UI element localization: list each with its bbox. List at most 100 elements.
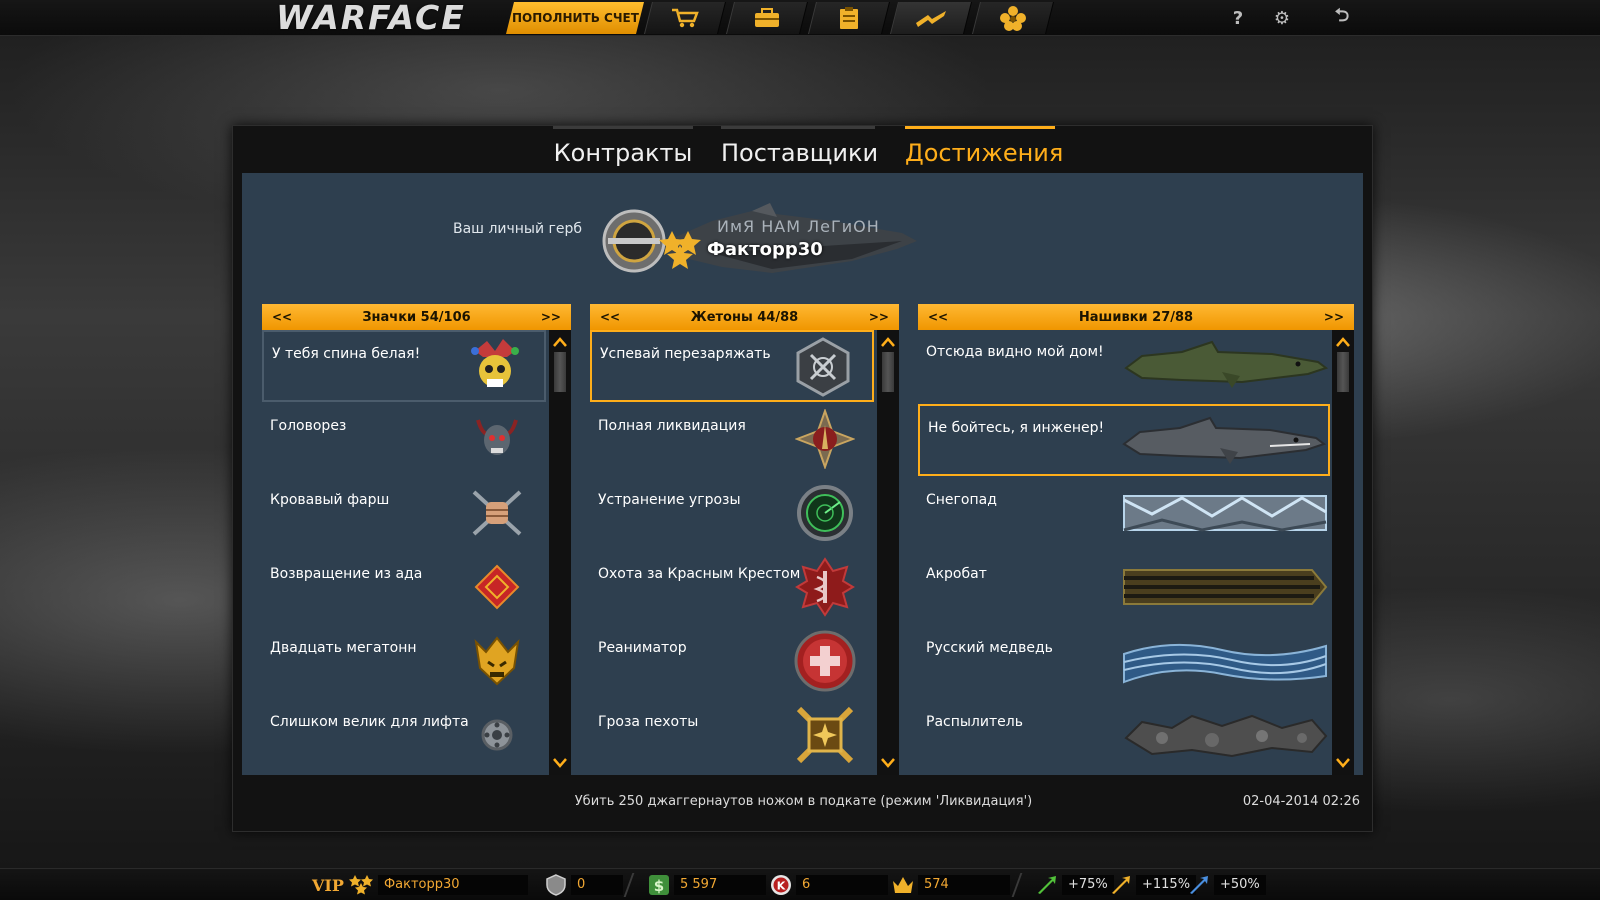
list-item[interactable]: Охота за Красным Крестом (590, 552, 874, 624)
item-label: Кровавый фарш (270, 492, 390, 508)
list-item[interactable]: Не бойтесь, я инженер! (918, 404, 1330, 476)
scroll-thumb[interactable] (882, 352, 894, 392)
crowns-stat: 574 (892, 874, 1010, 896)
money-boost-stat: +115% (1110, 874, 1197, 896)
list-item[interactable]: У тебя спина белая! (262, 330, 546, 402)
scroll-up-icon[interactable] (549, 332, 571, 352)
item-label: Распылитель (926, 714, 1023, 730)
achievements-content: Ваш личный герб ИмЯ НАМ ЛеГиОН Факторр30… (242, 173, 1363, 775)
item-label: Успевай перезаряжать (600, 346, 771, 362)
clan-flower-icon (1000, 6, 1026, 31)
list-item[interactable]: Реаниматор (590, 626, 874, 698)
list-item[interactable]: Гроза пехоты (590, 700, 874, 772)
item-label: Головорез (270, 418, 347, 434)
patches-scrollbar[interactable] (1332, 330, 1354, 775)
settings-gear-icon[interactable]: ⚙ (1262, 4, 1302, 32)
gold-helmet-icon (466, 630, 528, 692)
item-label: У тебя спина белая! (272, 346, 421, 362)
list-item[interactable]: Возвращение из ада (262, 552, 546, 624)
list-item[interactable]: Кровавый фарш (262, 478, 546, 550)
shop-cart-icon (672, 8, 699, 28)
scroll-up-icon[interactable] (877, 332, 899, 352)
tab-contracts[interactable]: Контракты (553, 126, 693, 171)
nav-shop-button[interactable] (644, 2, 726, 34)
tab-suppliers[interactable]: Поставщики (721, 126, 878, 171)
red-caduceus-token-icon (794, 556, 856, 618)
crest-clan-name: ИмЯ НАМ ЛеГиОН (717, 217, 880, 236)
money-boost-icon (1112, 876, 1130, 894)
scroll-up-icon[interactable] (1332, 332, 1354, 352)
badges-next-button[interactable]: >> (541, 310, 561, 324)
item-label: Охота за Красным Крестом (598, 566, 801, 582)
item-label: Снегопад (926, 492, 997, 508)
horned-skull-icon (466, 408, 528, 470)
warbucks-icon: $ (649, 875, 669, 895)
nav-contracts-button[interactable] (808, 2, 890, 34)
item-label: Слишком велик для лифта (270, 714, 469, 730)
money-value: 5 597 (674, 875, 766, 895)
contracts-clipboard-icon (840, 7, 858, 29)
patches-prev-button[interactable]: << (928, 310, 948, 324)
warface-logo[interactable]: WARFACE (276, 0, 466, 36)
kredits-icon: K (771, 875, 791, 895)
ice-patch-icon (1122, 486, 1328, 540)
list-item[interactable]: Отсюда видно мой дом! (918, 330, 1330, 402)
exit-icon[interactable]: ⮌ (1322, 4, 1362, 32)
red-cross-token-icon (794, 630, 856, 692)
item-label: Не бойтесь, я инженер! (928, 420, 1105, 436)
green-shark-patch-icon (1122, 338, 1329, 392)
badges-list: У тебя спина белая! Головорез Кровавый ф… (262, 330, 546, 775)
badges-header: << Значки 54/106 >> (262, 304, 571, 330)
badges-scrollbar[interactable] (549, 330, 571, 775)
scroll-thumb[interactable] (554, 352, 566, 392)
list-item[interactable]: Устранение угрозы (590, 478, 874, 550)
gear-badge-icon (466, 704, 528, 766)
vp-boost-icon (1190, 876, 1208, 894)
tokens-next-button[interactable]: >> (869, 310, 889, 324)
list-item[interactable]: Слишком велик для лифта (262, 700, 546, 772)
status-bar: VIP Факторр30 0 $ 5 597 K 6 574 +75% +11… (0, 868, 1600, 900)
patches-column: << Нашивки 27/88 >> Отсюда видно мой дом… (918, 304, 1354, 775)
xp-boost-value: +75% (1062, 875, 1114, 895)
list-item[interactable]: Русский медведь (918, 626, 1330, 698)
xp-boost-stat: +75% (1036, 874, 1114, 896)
top-up-button[interactable]: ПОПОЛНИТЬ СЧЕТ (506, 2, 644, 34)
inventory-box-icon (755, 8, 779, 27)
tokens-column: << Жетоны 44/88 >> Успевай перезаряжать … (590, 304, 899, 775)
tokens-scrollbar[interactable] (877, 330, 899, 775)
tokens-header: << Жетоны 44/88 >> (590, 304, 899, 330)
vip-badge: VIP (312, 875, 344, 895)
hex-crosshair-token-icon (792, 336, 854, 398)
list-item[interactable]: Акробат (918, 552, 1330, 624)
nav-clan-button[interactable] (972, 2, 1054, 34)
shield-icon (546, 874, 566, 896)
tokens-prev-button[interactable]: << (600, 310, 620, 324)
item-label: Двадцать мегатонн (270, 640, 417, 656)
striped-ribbon-patch-icon (1122, 560, 1328, 614)
tab-bar: Контракты Поставщики Достижения (233, 126, 1372, 171)
achievement-description: Убить 250 джаггернаутов ножом в подкате … (574, 794, 1033, 809)
scroll-thumb[interactable] (1337, 352, 1349, 392)
nav-achievements-button[interactable] (890, 2, 972, 34)
list-item[interactable]: Распылитель (918, 700, 1330, 772)
list-item[interactable]: Головорез (262, 404, 546, 476)
gold-cross-token-icon (794, 704, 856, 766)
list-item[interactable]: Полная ликвидация (590, 404, 874, 476)
xp-boost-icon (1038, 876, 1056, 894)
kredits-stat: K 6 (770, 874, 888, 896)
achievements-wings-icon (916, 11, 946, 27)
crest-label: Ваш личный герб (453, 221, 583, 237)
list-item[interactable]: Успевай перезаряжать (590, 330, 874, 402)
list-item[interactable]: Двадцать мегатонн (262, 626, 546, 698)
crest-player-name: Факторр30 (707, 239, 823, 260)
badges-prev-button[interactable]: << (272, 310, 292, 324)
scroll-down-icon[interactable] (1332, 753, 1354, 773)
list-item[interactable]: Снегопад (918, 478, 1330, 550)
tab-achievements[interactable]: Достижения (905, 126, 1063, 171)
scroll-down-icon[interactable] (877, 753, 899, 773)
scroll-down-icon[interactable] (549, 753, 571, 773)
item-label: Акробат (926, 566, 987, 582)
nav-inventory-button[interactable] (726, 2, 808, 34)
patches-next-button[interactable]: >> (1324, 310, 1344, 324)
help-icon[interactable]: ? (1218, 4, 1258, 32)
